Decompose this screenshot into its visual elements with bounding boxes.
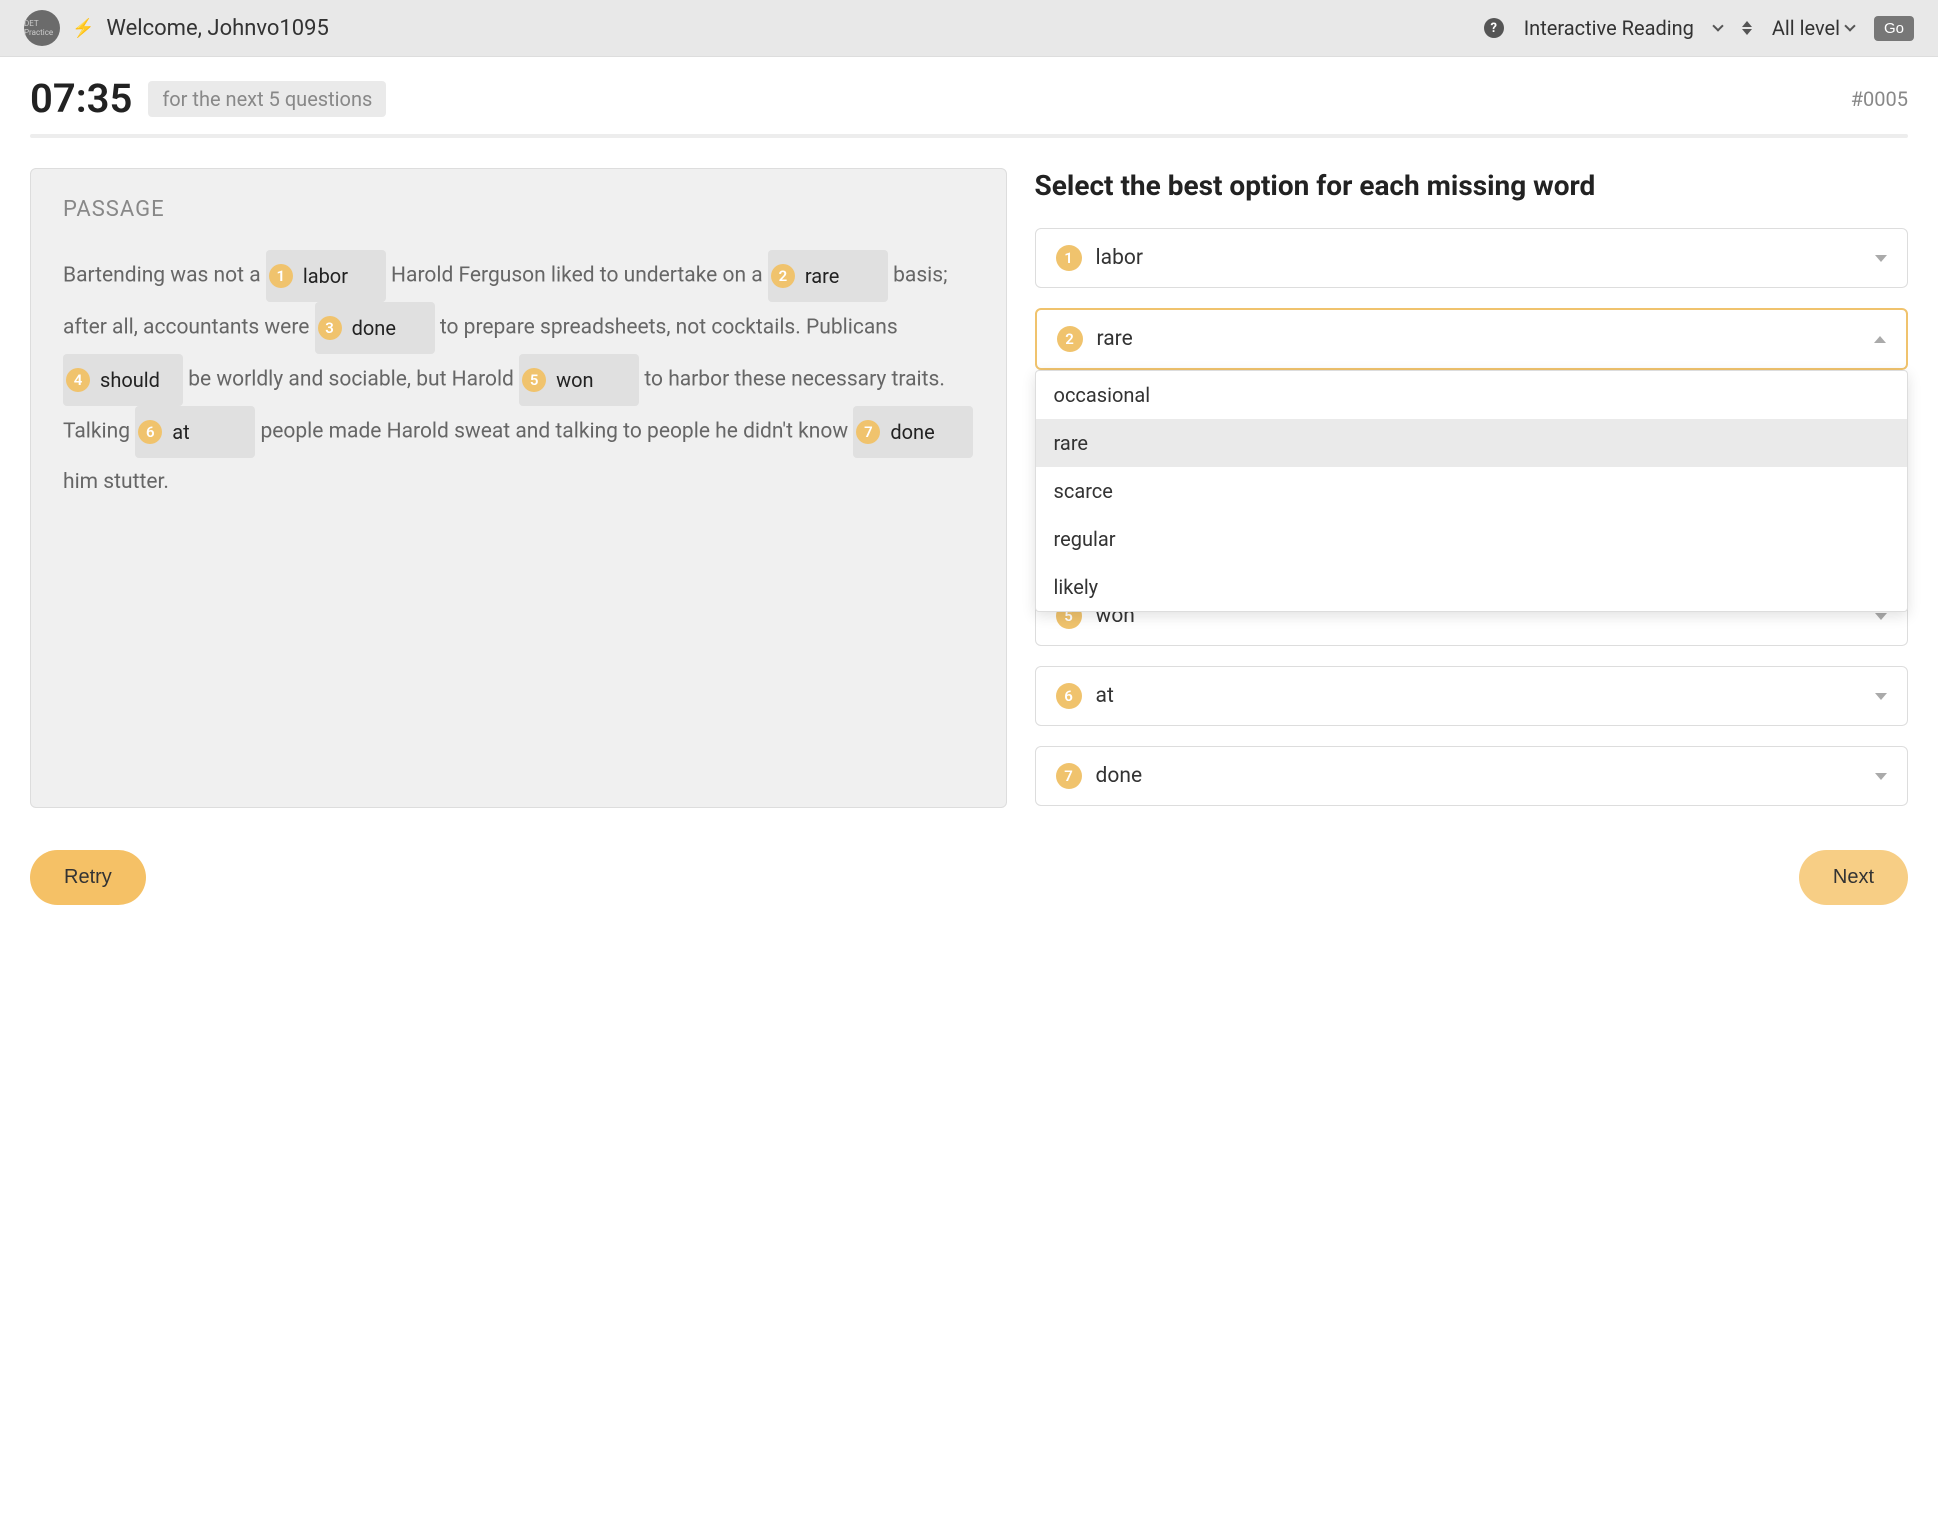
blank-word: done — [352, 305, 396, 351]
blank-number: 7 — [856, 420, 880, 444]
blank-word: done — [890, 409, 934, 455]
bolt-icon: ⚡ — [72, 18, 94, 39]
blank-4[interactable]: 4 should — [63, 354, 183, 406]
caret-down-icon — [1875, 255, 1887, 262]
header-right: ? Interactive Reading All level Go — [1484, 16, 1914, 41]
header-left: DET Practice ⚡ Welcome, Johnvo1095 — [24, 10, 329, 46]
passage-segment: be worldly and sociable, but Harold — [188, 368, 519, 392]
passage-segment: people made Harold sweat and talking to … — [260, 420, 853, 444]
main-area: PASSAGE Bartending was not a 1 labor Har… — [0, 168, 1938, 846]
dropdown-options: occasional rare scarce regular likely — [1035, 370, 1908, 612]
header-bar: DET Practice ⚡ Welcome, Johnvo1095 ? Inte… — [0, 0, 1938, 57]
caret-down-icon — [1875, 693, 1887, 700]
blank-6[interactable]: 6 at — [135, 406, 255, 458]
passage-panel: PASSAGE Bartending was not a 1 labor Har… — [30, 168, 1007, 808]
answer-panel: Select the best option for each missing … — [1035, 168, 1908, 826]
blank-1[interactable]: 1 labor — [266, 250, 386, 302]
blank-word: rare — [805, 253, 839, 299]
questions-hint: for the next 5 questions — [148, 81, 386, 117]
progress-divider — [30, 134, 1908, 138]
select-7[interactable]: 7 done — [1035, 746, 1908, 806]
select-value: labor — [1096, 246, 1143, 270]
level-select[interactable]: All level — [1772, 16, 1854, 40]
reading-mode-label[interactable]: Interactive Reading — [1524, 16, 1694, 40]
passage-segment: him stutter. — [63, 470, 169, 494]
caret-up-icon — [1874, 336, 1886, 343]
passage-title: PASSAGE — [63, 197, 974, 222]
dropdown-option-occasional[interactable]: occasional — [1036, 371, 1907, 419]
caret-down-icon — [1875, 613, 1887, 620]
select-2[interactable]: 2 rare — [1035, 308, 1908, 370]
blank-2[interactable]: 2 rare — [768, 250, 888, 302]
blank-word: labor — [303, 253, 348, 299]
help-icon[interactable]: ? — [1484, 18, 1504, 38]
timer: 07:35 — [30, 75, 132, 122]
next-button[interactable]: Next — [1799, 850, 1908, 905]
avatar[interactable]: DET Practice — [24, 10, 60, 46]
instruction: Select the best option for each missing … — [1035, 168, 1908, 204]
dropdown-option-scarce[interactable]: scarce — [1036, 467, 1907, 515]
passage-segment: Bartending was not a — [63, 264, 266, 288]
welcome-text: Welcome, Johnvo1095 — [106, 16, 328, 41]
chevron-down-icon — [1844, 20, 1855, 31]
select-1[interactable]: 1 labor — [1035, 228, 1908, 288]
blank-5[interactable]: 5 won — [519, 354, 639, 406]
select-value: rare — [1097, 327, 1133, 351]
level-label: All level — [1772, 16, 1840, 40]
passage-segment: to prepare spreadsheets, not cocktails. … — [440, 316, 898, 340]
footer: Retry Next — [0, 846, 1938, 935]
blank-number: 1 — [269, 264, 293, 288]
dropdown-option-likely[interactable]: likely — [1036, 563, 1907, 611]
sub-header: 07:35 for the next 5 questions #0005 — [0, 57, 1938, 134]
dropdown-option-regular[interactable]: regular — [1036, 515, 1907, 563]
passage-text: Bartending was not a 1 labor Harold Ferg… — [63, 250, 974, 506]
blank-number: 2 — [771, 264, 795, 288]
sub-header-left: 07:35 for the next 5 questions — [30, 75, 386, 122]
blank-word: at — [172, 409, 189, 455]
blank-number: 6 — [138, 420, 162, 444]
retry-button[interactable]: Retry — [30, 850, 146, 905]
blank-number: 5 — [522, 368, 546, 392]
select-number: 7 — [1056, 763, 1082, 789]
question-number: #0005 — [1851, 87, 1908, 111]
blank-7[interactable]: 7 done — [853, 406, 973, 458]
caret-down-icon — [1875, 773, 1887, 780]
blank-word: should — [100, 357, 160, 403]
go-button[interactable]: Go — [1874, 16, 1914, 41]
chevron-down-icon[interactable] — [1712, 20, 1723, 31]
select-value: at — [1096, 684, 1114, 708]
passage-segment: Harold Ferguson liked to undertake on a — [391, 264, 768, 288]
blank-number: 4 — [66, 368, 90, 392]
sort-icon[interactable] — [1742, 21, 1752, 35]
select-number: 1 — [1056, 245, 1082, 271]
dropdown-option-rare[interactable]: rare — [1036, 419, 1907, 467]
select-6[interactable]: 6 at — [1035, 666, 1908, 726]
blank-number: 3 — [318, 316, 342, 340]
blank-3[interactable]: 3 done — [315, 302, 435, 354]
select-number: 2 — [1057, 326, 1083, 352]
blank-word: won — [556, 357, 593, 403]
select-value: done — [1096, 764, 1143, 788]
select-number: 6 — [1056, 683, 1082, 709]
